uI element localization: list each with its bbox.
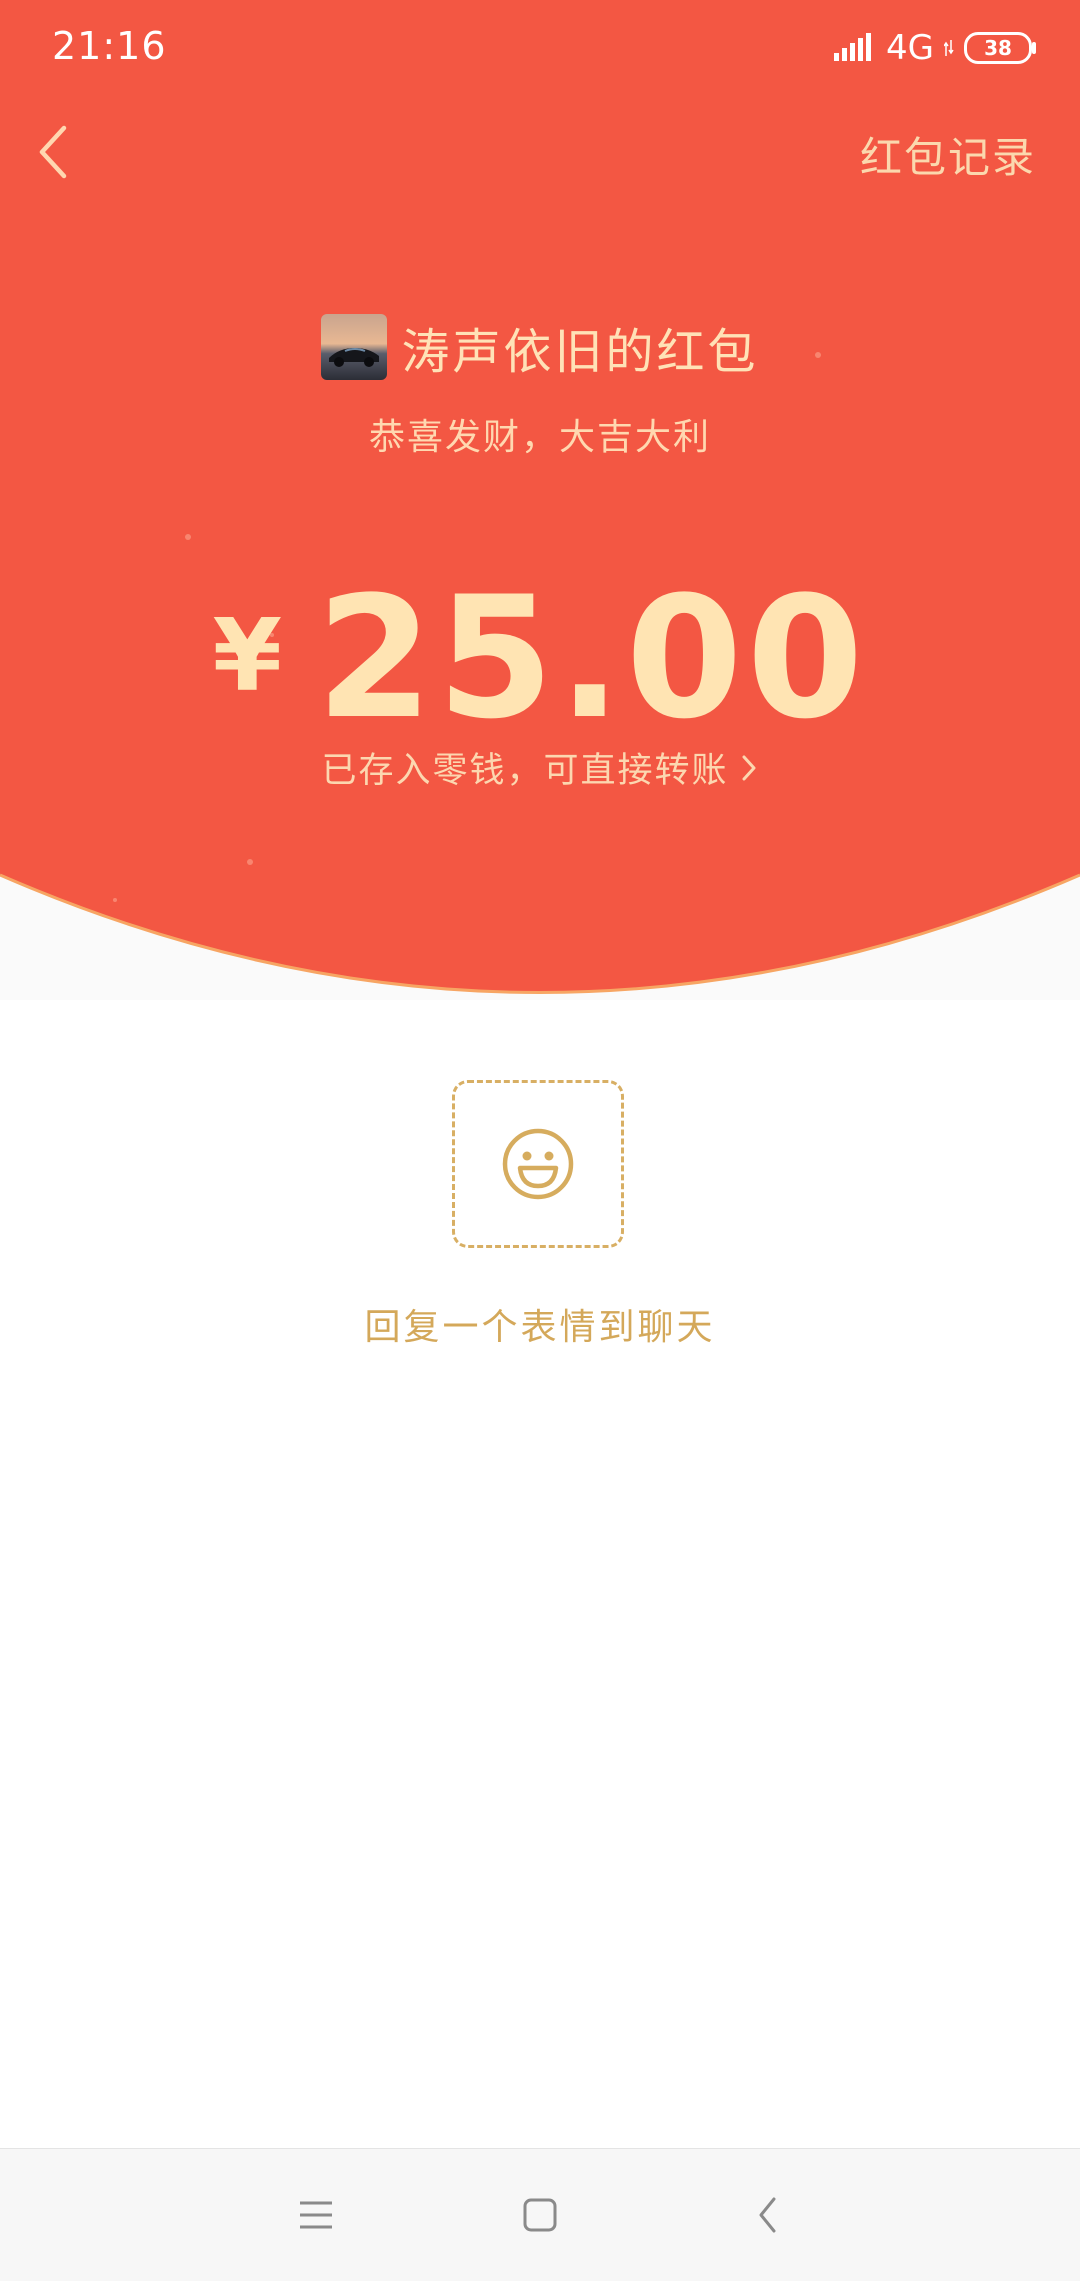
wallet-note-text: 已存入零钱，可直接转账 — [321, 751, 729, 791]
red-packet-header: 21:16 4G 38 红包记录 涛声依旧的红包 恭喜发财，大吉大利 ¥ 25.… — [0, 0, 1080, 1000]
sender-row: 涛声依旧的红包 — [0, 312, 1080, 382]
back-button[interactable] — [30, 118, 78, 186]
system-navigation-bar — [0, 2148, 1080, 2281]
greeting-message: 恭喜发财，大吉大利 — [368, 417, 711, 458]
chevron-right-icon — [742, 755, 755, 780]
data-activity-icon — [944, 40, 954, 56]
amount-display: ¥ 25.00 — [0, 560, 1080, 756]
battery-level: 38 — [984, 36, 1012, 60]
currency-symbol: ¥ — [212, 597, 283, 714]
emoji-reply-button[interactable] — [452, 1080, 624, 1248]
smiley-icon — [502, 1128, 574, 1200]
amount-value: 25.00 — [316, 560, 868, 756]
menu-icon — [300, 2201, 332, 2229]
emoji-reply-label[interactable]: 回复一个表情到聊天 — [0, 1298, 1080, 1350]
back-chevron-icon — [759, 2197, 776, 2233]
home-button[interactable] — [508, 2183, 572, 2247]
system-back-button[interactable] — [736, 2183, 800, 2247]
red-packet-records-link[interactable]: 红包记录 — [860, 124, 1036, 185]
status-indicators: 4G 38 — [834, 28, 1036, 68]
chevron-left-icon — [39, 125, 67, 179]
sender-name: 涛声依旧的红包 — [401, 324, 759, 380]
car-photo-avatar — [321, 314, 388, 380]
network-type: 4G — [886, 28, 934, 68]
status-bar: 21:16 4G 38 — [0, 0, 1080, 96]
sender-avatar — [321, 314, 388, 380]
home-square-icon — [523, 2198, 557, 2232]
signal-icon — [834, 33, 872, 61]
battery-icon: 38 — [964, 32, 1036, 64]
wallet-transfer-link[interactable]: 已存入零钱，可直接转账 — [0, 742, 1080, 793]
recent-apps-button[interactable] — [284, 2183, 348, 2247]
status-time: 21:16 — [52, 24, 167, 68]
